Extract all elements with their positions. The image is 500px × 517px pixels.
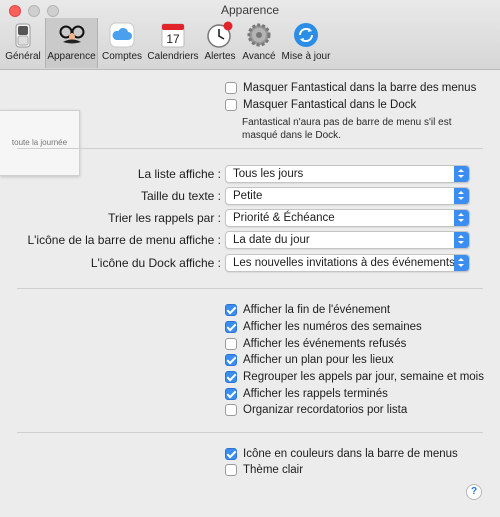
- show-declined-events-label: Afficher les événements refusés: [243, 338, 407, 350]
- show-completed-reminders-label: Afficher les rappels terminés: [243, 388, 388, 400]
- show-event-end-label: Afficher la fin de l'événement: [243, 304, 391, 316]
- colored-menubar-icon-label: Icône en couleurs dans la barre de menus: [243, 448, 458, 460]
- chevron-up-down-icon: [454, 232, 469, 248]
- tab-general-label: Général: [5, 51, 41, 62]
- window-toolbar: Apparence Général Apparence Comptes 17 C…: [0, 0, 500, 70]
- show-event-end-checkbox[interactable]: [225, 304, 237, 316]
- show-location-map-label: Afficher un plan pour les lieux: [243, 354, 394, 366]
- tab-alertes-label: Alertes: [204, 51, 236, 62]
- tab-avance-label: Avancé: [242, 51, 276, 62]
- chevron-up-down-icon: [454, 210, 469, 226]
- list-display-select[interactable]: Tous les jours: [225, 165, 470, 183]
- menubar-icon-label: L'icône de la barre de menu affiche :: [27, 233, 221, 247]
- organize-by-list-label: Organizar recordatorios por lista: [243, 404, 408, 416]
- sort-reminders-value: Priorité & Échéance: [233, 212, 335, 224]
- menubar-icon-select[interactable]: La date du jour: [225, 231, 470, 249]
- tab-avance[interactable]: Avancé: [240, 18, 278, 68]
- show-week-numbers-option[interactable]: Afficher les numéros des semaines: [225, 320, 422, 334]
- cloud-icon: [109, 22, 135, 48]
- tab-general[interactable]: Général: [2, 18, 44, 68]
- sort-reminders-label: Trier les rappels par :: [108, 211, 221, 225]
- sort-reminders-select[interactable]: Priorité & Échéance: [225, 209, 470, 227]
- window-title: Apparence: [220, 3, 280, 17]
- show-week-numbers-checkbox[interactable]: [225, 321, 237, 333]
- gear-icon: [247, 23, 271, 47]
- hide-menubar-option[interactable]: Masquer Fantastical dans la barre des me…: [225, 81, 476, 95]
- hide-dock-label: Masquer Fantastical dans le Dock: [243, 99, 417, 111]
- hide-menubar-checkbox[interactable]: [225, 82, 237, 94]
- disguise-mask-icon: [59, 25, 84, 44]
- sync-icon: [294, 23, 318, 47]
- show-declined-events-option[interactable]: Afficher les événements refusés: [225, 337, 406, 351]
- colored-menubar-icon-checkbox[interactable]: [225, 448, 237, 460]
- preview-label: toute la journée: [11, 138, 68, 147]
- show-week-numbers-label: Afficher les numéros des semaines: [243, 321, 422, 333]
- colored-menubar-icon-option[interactable]: Icône en couleurs dans la barre de menus: [225, 447, 458, 461]
- tab-apparence-label: Apparence: [47, 51, 96, 62]
- light-theme-option[interactable]: Thème clair: [225, 463, 303, 477]
- light-theme-checkbox[interactable]: [225, 464, 237, 476]
- tab-mise-a-jour[interactable]: Mise à jour: [280, 18, 332, 68]
- organize-by-list-option[interactable]: Organizar recordatorios por lista: [225, 403, 407, 417]
- show-completed-reminders-checkbox[interactable]: [225, 388, 237, 400]
- hide-dock-option[interactable]: Masquer Fantastical dans le Dock: [225, 98, 416, 112]
- dock-note: Fantastical n'aura pas de barre de menu …: [242, 117, 452, 141]
- tab-comptes-label: Comptes: [101, 51, 142, 62]
- group-by-period-label: Regrouper les appels par jour, semaine e…: [243, 371, 484, 383]
- tab-apparence[interactable]: Apparence: [45, 18, 98, 68]
- hide-menubar-label: Masquer Fantastical dans la barre des me…: [243, 82, 477, 94]
- tab-mise-a-jour-label: Mise à jour: [281, 51, 331, 62]
- chevron-up-down-icon: [454, 255, 469, 271]
- list-display-value: Tous les jours: [233, 168, 304, 180]
- show-declined-events-checkbox[interactable]: [225, 338, 237, 350]
- chevron-up-down-icon: [454, 188, 469, 204]
- tab-calendriers[interactable]: 17 Calendriers: [146, 18, 200, 68]
- list-display-label: La liste affiche :: [137, 167, 221, 181]
- help-button[interactable]: ?: [466, 484, 482, 500]
- group-by-period-option[interactable]: Regrouper les appels par jour, semaine e…: [225, 370, 484, 384]
- section-divider: [17, 288, 483, 289]
- dock-icon-value: Les nouvelles invitations à des événemen…: [233, 257, 455, 269]
- alarm-clock-icon: [207, 21, 233, 48]
- chevron-up-down-icon: [454, 166, 469, 182]
- dock-icon-label: L'icône du Dock affiche :: [90, 256, 221, 270]
- menubar-icon-value: La date du jour: [233, 234, 310, 246]
- show-location-map-checkbox[interactable]: [225, 354, 237, 366]
- hide-dock-checkbox[interactable]: [225, 99, 237, 111]
- switch-icon: [15, 23, 31, 48]
- show-completed-reminders-option[interactable]: Afficher les rappels terminés: [225, 387, 388, 401]
- group-by-period-checkbox[interactable]: [225, 371, 237, 383]
- text-size-label: Taille du texte :: [140, 189, 221, 203]
- tab-calendriers-label: Calendriers: [147, 51, 199, 62]
- calendar-icon: 17: [161, 23, 185, 48]
- text-size-select[interactable]: Petite: [225, 187, 470, 205]
- all-day-preview: toute la journée: [0, 110, 80, 176]
- light-theme-label: Thème clair: [243, 464, 304, 476]
- text-size-value: Petite: [233, 190, 263, 202]
- show-location-map-option[interactable]: Afficher un plan pour les lieux: [225, 353, 394, 367]
- tab-alertes[interactable]: Alertes: [202, 18, 238, 68]
- show-event-end-option[interactable]: Afficher la fin de l'événement: [225, 303, 390, 317]
- section-divider: [17, 432, 483, 433]
- dock-icon-select[interactable]: Les nouvelles invitations à des événemen…: [225, 254, 470, 272]
- section-divider: [17, 148, 483, 149]
- organize-by-list-checkbox[interactable]: [225, 404, 237, 416]
- calendar-day-number: 17: [166, 32, 180, 46]
- tab-comptes[interactable]: Comptes: [100, 18, 144, 68]
